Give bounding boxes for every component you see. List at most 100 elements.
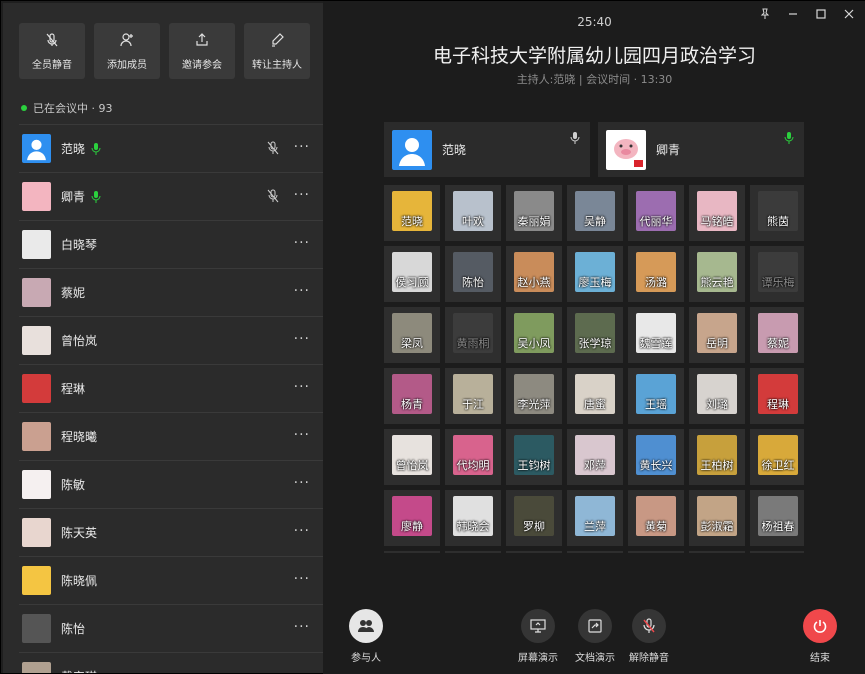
participant-tile[interactable]: 吴小凤	[506, 307, 562, 363]
member-row[interactable]: 卿青 ···	[19, 172, 323, 220]
add-member-label: 添加成员	[107, 59, 147, 71]
member-row[interactable]: 陈晓佩 ···	[19, 556, 323, 604]
participant-tile[interactable]: 程琳	[750, 368, 804, 424]
meeting-window: 全员静音 添加成员 邀请参会 转让主持人 已在会议中 · 93 范晓 ··· 卿青 ·…	[0, 0, 865, 674]
unmute-label: 解除静音	[629, 653, 669, 664]
speaker-card-active[interactable]: 卿青	[598, 122, 804, 177]
more-options-icon[interactable]: ···	[294, 571, 310, 587]
participant-tile[interactable]: 魏雪莲	[628, 307, 684, 363]
participant-tile[interactable]: 李光萍	[506, 368, 562, 424]
more-options-icon[interactable]: ···	[294, 331, 310, 347]
member-row[interactable]: 范晓 ···	[19, 124, 323, 172]
participant-tile[interactable]: 于江	[445, 368, 501, 424]
participants-button[interactable]: 参与人	[349, 609, 383, 664]
member-row[interactable]: 程琳 ···	[19, 364, 323, 412]
participant-tile[interactable]: 曾怡岚	[384, 429, 440, 485]
member-row[interactable]: 戴安琪 ···	[19, 652, 323, 673]
participant-tile[interactable]: 代均明	[445, 429, 501, 485]
participant-tile[interactable]: 侯习顾	[384, 246, 440, 302]
participant-tile[interactable]: 代丽华	[628, 185, 684, 241]
participant-tile[interactable]: 蔡妮	[750, 307, 804, 363]
participant-tile[interactable]: 梁凤	[384, 307, 440, 363]
more-options-icon[interactable]: ···	[294, 187, 310, 203]
participant-tile[interactable]: 王瑶	[628, 368, 684, 424]
mic-active-icon	[91, 190, 101, 203]
participant-tile[interactable]: 谭乐梅	[750, 246, 804, 302]
participant-tile[interactable]: 黄长兴	[628, 429, 684, 485]
participant-tile[interactable]	[445, 551, 501, 553]
member-name: 陈怡	[61, 622, 86, 636]
participant-tile[interactable]: 邓萍	[567, 429, 623, 485]
participant-name: 汤潞	[645, 276, 667, 289]
participant-tile[interactable]: 兰萍	[567, 490, 623, 546]
participant-tile[interactable]: 刘璐	[689, 368, 745, 424]
participant-tile[interactable]: 熊茵	[750, 185, 804, 241]
participant-tile[interactable]	[628, 551, 684, 553]
participant-tile[interactable]: 秦丽娟	[506, 185, 562, 241]
participant-tile[interactable]: 汤潞	[628, 246, 684, 302]
participant-tile[interactable]: 彭淑霜	[689, 490, 745, 546]
more-options-icon[interactable]: ···	[294, 523, 310, 539]
participant-tile[interactable]: 王钧树	[506, 429, 562, 485]
member-row[interactable]: 陈敏 ···	[19, 460, 323, 508]
participant-name: 韩晓会	[456, 520, 490, 533]
add-member-button[interactable]: 添加成员	[94, 23, 160, 79]
member-row[interactable]: 陈怡 ···	[19, 604, 323, 652]
participant-tile[interactable]: 廖静	[384, 490, 440, 546]
participant-tile[interactable]	[567, 551, 623, 553]
participant-tile[interactable]: 王柏树	[689, 429, 745, 485]
doc-share-button[interactable]: 文档演示	[575, 609, 615, 664]
participant-tile[interactable]: 黄菊	[628, 490, 684, 546]
sidebar-actions: 全员静音 添加成员 邀请参会 转让主持人	[19, 23, 310, 79]
more-options-icon[interactable]: ···	[294, 235, 310, 251]
member-name: 程晓曦	[61, 430, 98, 444]
participant-tile[interactable]: 吴静	[567, 185, 623, 241]
more-options-icon[interactable]: ···	[294, 619, 310, 635]
participant-tile[interactable]: 徐卫红	[750, 429, 804, 485]
participant-tile[interactable]	[506, 551, 562, 553]
mute-member-icon[interactable]	[266, 141, 280, 155]
participant-tile[interactable]: 陈怡	[445, 246, 501, 302]
participant-tile[interactable]: 岳明	[689, 307, 745, 363]
participant-tile[interactable]: 唐蜜	[567, 368, 623, 424]
speaker-card-host[interactable]: 范晓	[384, 122, 590, 177]
meeting-timer: 25:40	[577, 15, 612, 29]
transfer-host-button[interactable]: 转让主持人	[244, 23, 310, 79]
participant-tile[interactable]: 张学琼	[567, 307, 623, 363]
speaker-name: 卿青	[656, 143, 681, 157]
participant-tile[interactable]: 韩晓会	[445, 490, 501, 546]
unmute-button[interactable]: 解除静音	[629, 609, 669, 664]
participant-tile[interactable]: 罗柳	[506, 490, 562, 546]
participant-tile[interactable]: 杨祖春	[750, 490, 804, 546]
member-row[interactable]: 陈天英 ···	[19, 508, 323, 556]
participant-tile[interactable]: 赵小燕	[506, 246, 562, 302]
end-meeting-button[interactable]: 结束	[803, 609, 837, 664]
more-options-icon[interactable]: ···	[294, 379, 310, 395]
participant-tile[interactable]: 黄雨桐	[445, 307, 501, 363]
participant-tile[interactable]: 范晓	[384, 185, 440, 241]
member-row[interactable]: 程晓曦 ···	[19, 412, 323, 460]
member-row[interactable]: 白晓琴 ···	[19, 220, 323, 268]
more-options-icon[interactable]: ···	[294, 475, 310, 491]
participant-tile[interactable]: 叶欢	[445, 185, 501, 241]
participant-tile[interactable]: 廖玉梅	[567, 246, 623, 302]
more-options-icon[interactable]: ···	[294, 667, 310, 673]
member-row[interactable]: 曾怡岚 ···	[19, 316, 323, 364]
more-options-icon[interactable]: ···	[294, 427, 310, 443]
more-options-icon[interactable]: ···	[294, 139, 310, 155]
member-name: 白晓琴	[61, 238, 98, 252]
mute-all-button[interactable]: 全员静音	[19, 23, 85, 79]
participant-tile[interactable]	[689, 551, 745, 553]
invite-button[interactable]: 邀请参会	[169, 23, 235, 79]
participant-tile[interactable]: 熊云艳	[689, 246, 745, 302]
participant-tile[interactable]	[384, 551, 440, 553]
participant-tile[interactable]: 杨青	[384, 368, 440, 424]
screen-share-button[interactable]: 屏幕演示	[518, 609, 558, 664]
member-avatar	[22, 230, 51, 259]
add-user-icon	[120, 32, 133, 46]
more-options-icon[interactable]: ···	[294, 283, 310, 299]
participant-tile[interactable]: 马铭皓	[689, 185, 745, 241]
participant-tile[interactable]	[750, 551, 804, 553]
mute-member-icon[interactable]	[266, 189, 280, 203]
member-row[interactable]: 蔡妮 ···	[19, 268, 323, 316]
